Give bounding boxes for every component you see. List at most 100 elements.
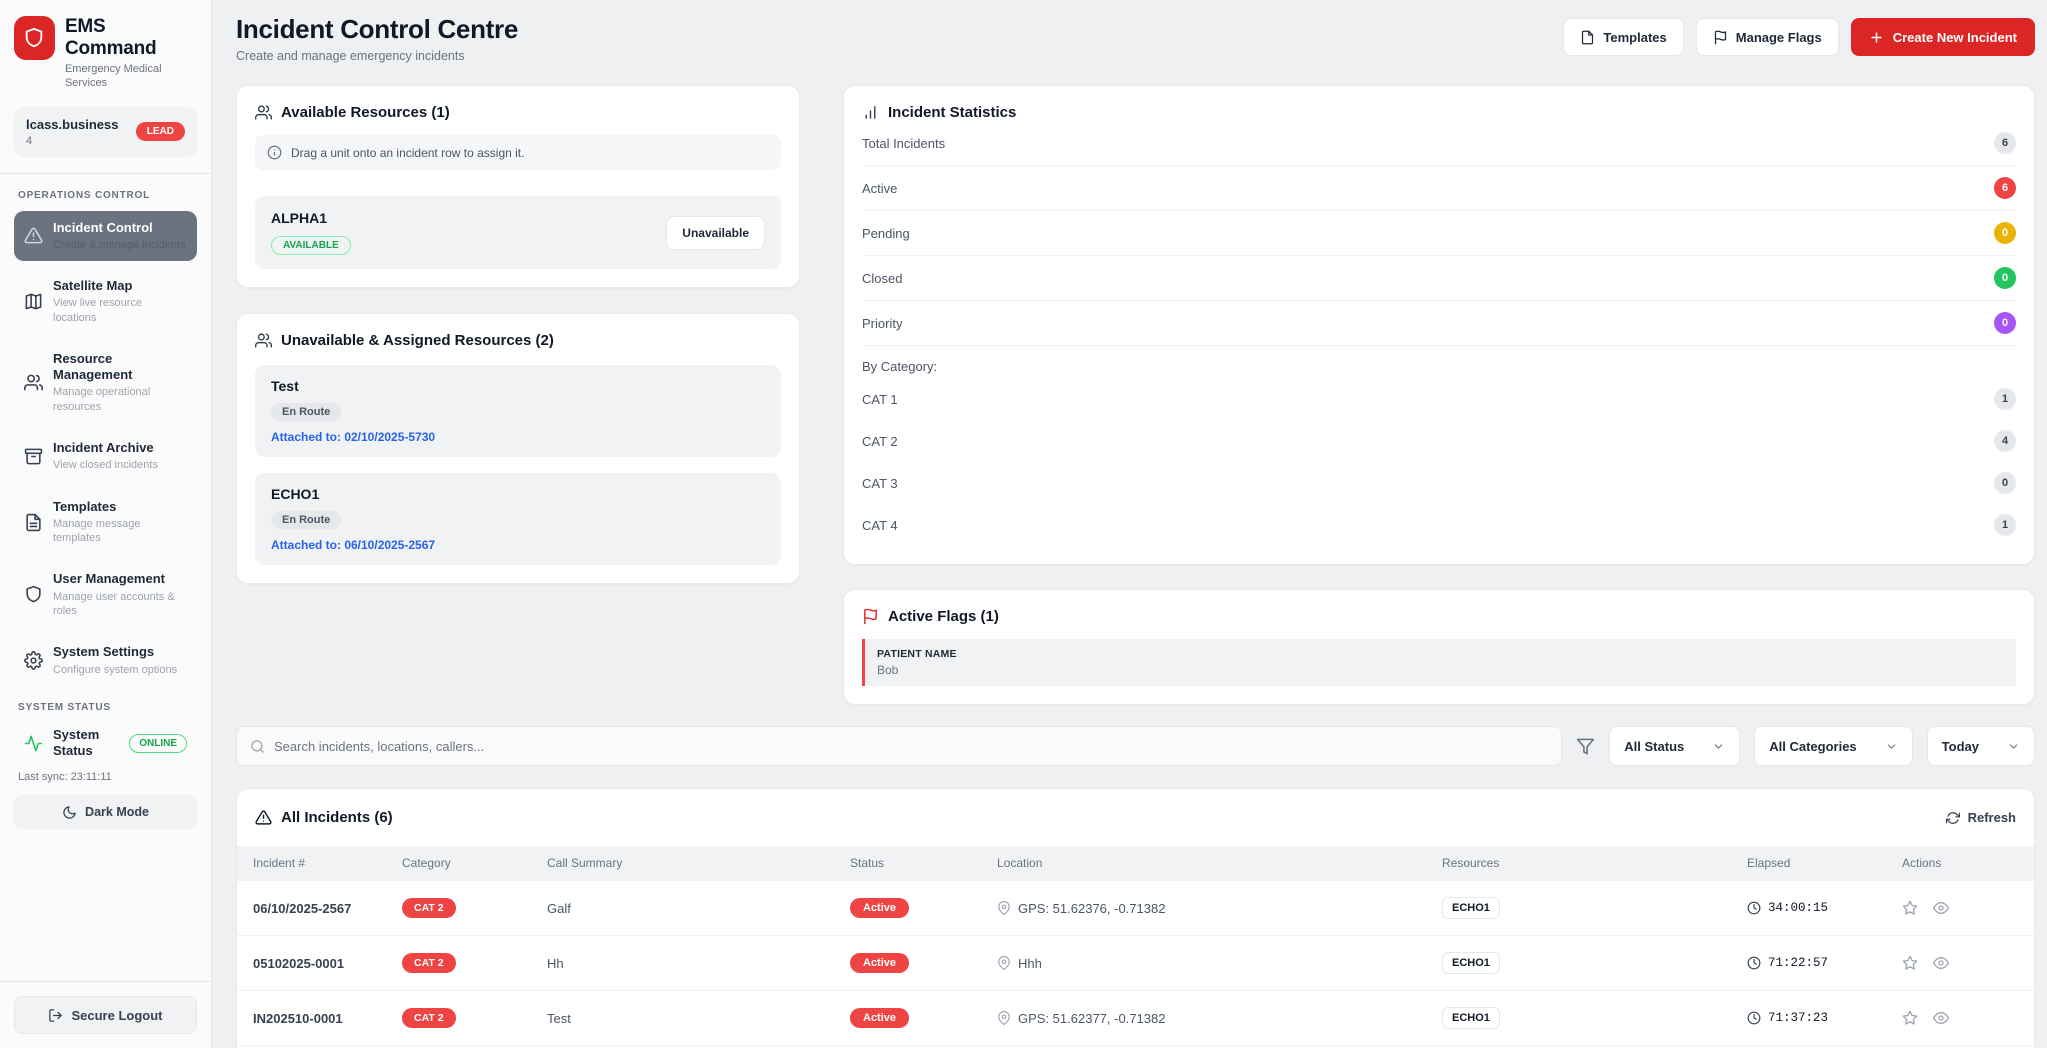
refresh-button[interactable]: Refresh (1946, 810, 2016, 825)
flag-icon (1713, 30, 1728, 45)
table-row[interactable]: 05102025-0001 CAT 2 Hh Active Hhh ECHO1 … (237, 935, 2034, 990)
map-pin-icon (997, 1011, 1011, 1025)
main-content: Incident Control Centre Create and manag… (212, 0, 2047, 1048)
eye-icon[interactable] (1933, 1010, 1949, 1026)
templates-label: Templates (1603, 30, 1666, 45)
users-icon (24, 373, 43, 392)
stat-value-badge: 6 (1994, 132, 2016, 154)
sidebar-item-sub: View live resource locations (53, 296, 187, 325)
set-unavailable-button[interactable]: Unavailable (666, 216, 765, 250)
status-badge: Active (850, 898, 909, 918)
moon-icon (62, 805, 77, 820)
stat-value-badge: 4 (1994, 430, 2016, 452)
map-pin-icon (997, 901, 1011, 915)
call-summary: Test (547, 1011, 850, 1026)
drag-hint: Drag a unit onto an incident row to assi… (255, 135, 781, 170)
map-pin-icon (997, 956, 1011, 970)
lead-badge: LEAD (136, 122, 185, 141)
flag-item[interactable]: PATIENT NAME Bob (862, 639, 2016, 686)
location-text: GPS: 51.62377, -0.71382 (1018, 1011, 1165, 1026)
eye-icon[interactable] (1933, 900, 1949, 916)
sidebar-item-incident-control[interactable]: Incident Control Create & manage inciden… (14, 211, 197, 262)
chevron-down-icon (1712, 740, 1725, 753)
star-icon[interactable] (1902, 1010, 1918, 1026)
search-input[interactable] (274, 739, 1548, 754)
sidebar-item-label: Incident Control (53, 220, 186, 236)
sidebar-item-user-management[interactable]: User Management Manage user accounts & r… (14, 562, 197, 627)
category-filter-value: All Categories (1769, 739, 1856, 754)
stat-value-badge: 0 (1994, 222, 2016, 244)
sidebar-item-resource-management[interactable]: Resource Management Manage operational r… (14, 342, 197, 423)
resource-chip[interactable]: ECHO1 (1442, 952, 1500, 974)
create-new-incident-label: Create New Incident (1893, 30, 2017, 45)
manage-flags-button[interactable]: Manage Flags (1696, 18, 1839, 56)
create-new-incident-button[interactable]: Create New Incident (1851, 18, 2035, 56)
sidebar-item-label: Templates (53, 499, 187, 515)
elapsed-time: 34:00:15 (1768, 901, 1828, 915)
assigned-item-test[interactable]: Test En Route Attached to: 02/10/2025-57… (255, 365, 781, 457)
sidebar-item-sub: Configure system options (53, 663, 177, 677)
incident-number: 06/10/2025-2567 (237, 901, 402, 916)
templates-button[interactable]: Templates (1563, 18, 1683, 56)
stat-row-priority: Priority 0 (862, 301, 2016, 346)
sidebar-item-incident-archive[interactable]: Incident Archive View closed incidents (14, 431, 197, 482)
document-icon (1580, 30, 1595, 45)
table-row[interactable]: 06/10/2025-2567 CAT 2 Galf Active GPS: 5… (237, 880, 2034, 935)
en-route-badge: En Route (271, 511, 341, 529)
star-icon[interactable] (1902, 955, 1918, 971)
flag-label: PATIENT NAME (877, 648, 2004, 660)
user-count: 4 (26, 135, 119, 147)
stat-value-badge: 0 (1994, 472, 2016, 494)
stat-label: Priority (862, 316, 902, 331)
attached-to-link[interactable]: Attached to: 06/10/2025-2567 (271, 538, 765, 552)
stat-label: CAT 3 (862, 476, 898, 491)
user-name: lcass.business (26, 117, 119, 132)
col-elapsed: Elapsed (1747, 856, 1902, 870)
resource-chip[interactable]: ECHO1 (1442, 1007, 1500, 1029)
flag-value: Bob (877, 663, 2004, 677)
stat-value-badge: 1 (1994, 388, 2016, 410)
assigned-item-echo1[interactable]: ECHO1 En Route Attached to: 06/10/2025-2… (255, 473, 781, 565)
active-flags-title: Active Flags (1) (888, 608, 999, 625)
category-badge: CAT 2 (402, 953, 456, 973)
plus-icon (1869, 30, 1884, 45)
stat-row-total: Total Incidents 6 (862, 121, 2016, 166)
eye-icon[interactable] (1933, 955, 1949, 971)
available-badge: AVAILABLE (271, 236, 351, 255)
brand: EMS Command Emergency Medical Services (14, 16, 197, 91)
brand-logo (14, 16, 55, 60)
category-filter-select[interactable]: All Categories (1754, 726, 1912, 766)
stat-row-cat4: CAT 4 1 (862, 504, 2016, 546)
dark-mode-button[interactable]: Dark Mode (14, 795, 197, 829)
sidebar-item-satellite-map[interactable]: Satellite Map View live resource locatio… (14, 269, 197, 334)
location-text: Hhh (1018, 956, 1042, 971)
stat-label: Pending (862, 226, 910, 241)
resource-name: ALPHA1 (271, 210, 351, 226)
star-icon[interactable] (1902, 900, 1918, 916)
activity-icon (24, 734, 43, 753)
stat-row-cat3: CAT 3 0 (862, 462, 2016, 504)
shield-icon (24, 585, 43, 604)
status-filter-select[interactable]: All Status (1609, 726, 1740, 766)
all-incidents-title: All Incidents (6) (281, 809, 393, 826)
date-filter-select[interactable]: Today (1927, 726, 2035, 766)
table-row[interactable]: IN202510-0001 CAT 2 Test Active GPS: 51.… (237, 990, 2034, 1045)
stat-label: CAT 1 (862, 392, 898, 407)
bar-chart-icon (862, 104, 879, 121)
stat-value-badge: 6 (1994, 177, 2016, 199)
user-card[interactable]: lcass.business 4 LEAD (14, 107, 197, 157)
sidebar-item-templates[interactable]: Templates Manage message templates (14, 490, 197, 555)
stat-label: CAT 4 (862, 518, 898, 533)
sidebar-item-label: User Management (53, 571, 187, 587)
sidebar-item-label: Incident Archive (53, 440, 158, 456)
status-filter-value: All Status (1624, 739, 1684, 754)
resource-chip[interactable]: ECHO1 (1442, 897, 1500, 919)
stat-row-cat1: CAT 1 1 (862, 378, 2016, 420)
secure-logout-button[interactable]: Secure Logout (14, 996, 197, 1034)
secure-logout-label: Secure Logout (71, 1008, 162, 1023)
brand-subtitle: Emergency Medical Services (65, 62, 197, 91)
sidebar-item-system-settings[interactable]: System Settings Configure system options (14, 635, 197, 686)
attached-to-link[interactable]: Attached to: 02/10/2025-5730 (271, 430, 765, 444)
stat-row-closed: Closed 0 (862, 256, 2016, 301)
resource-item-alpha1[interactable]: ALPHA1 AVAILABLE Unavailable (255, 196, 781, 269)
